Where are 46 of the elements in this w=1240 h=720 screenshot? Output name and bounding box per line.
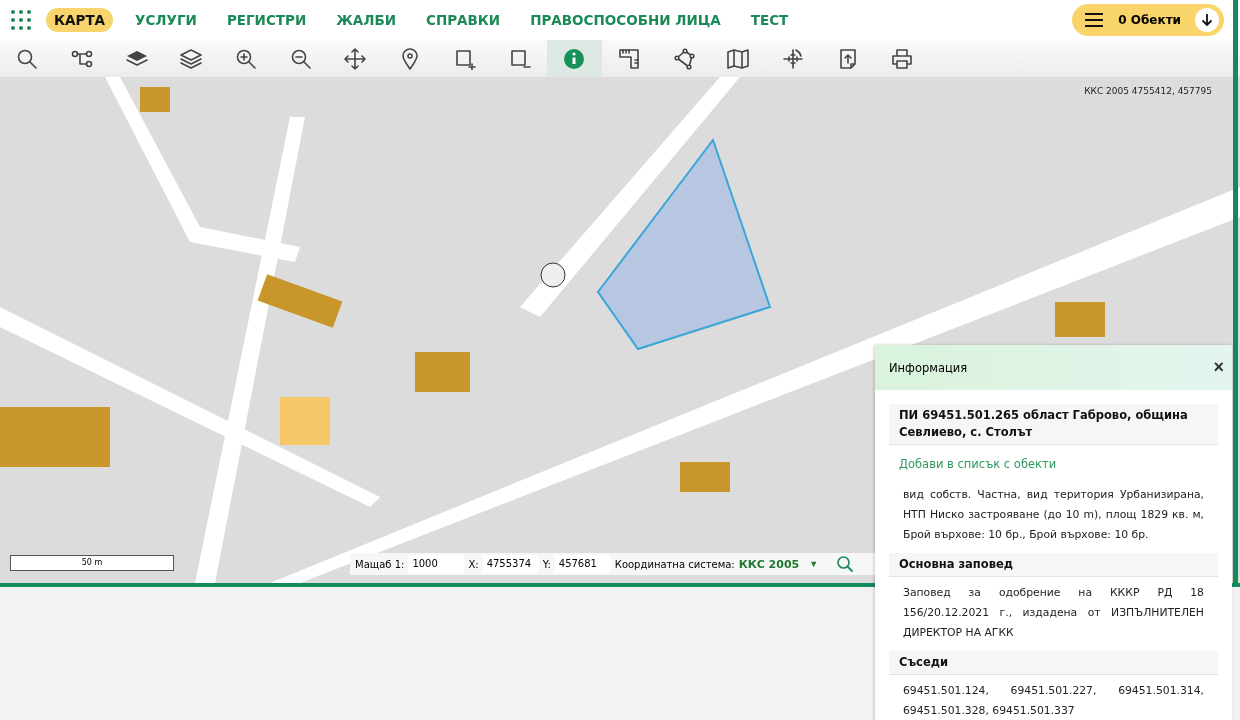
panel-title: Информация [889,360,968,375]
nav-tab[interactable]: ЖАЛБИ [328,8,404,32]
printer-icon [891,47,914,70]
ruler-icon [617,47,640,70]
crs-value: ККС 2005 [738,557,800,571]
scale-field[interactable]: 1000 [408,555,465,573]
info-icon [563,47,586,70]
scale-bar: 50 m [10,555,174,571]
dropdown-button[interactable]: ▼ [803,559,825,569]
crs-label: Координатна система: [614,558,735,570]
nav-tab[interactable]: КАРТА [46,8,114,32]
x-label: X: [468,558,479,570]
layers-icon [180,47,203,70]
nav-tab[interactable]: РЕГИСТРИ [218,8,315,32]
square-plus-icon [453,47,476,70]
arrow-down-icon [1201,13,1213,27]
search-icon [16,47,39,70]
nav-tab[interactable]: ПРАВОСПОСОБНИ ЛИЦА [522,8,729,32]
nav-tab[interactable]: ТЕСТ [742,8,797,32]
close-button[interactable]: × [1209,357,1228,378]
section-heading: Основна заповед [889,553,1218,577]
polygon-icon [672,47,695,70]
section-text: 69451.501.124, 69451.501.227, 69451.501.314, 69451.501.328, 69451.501.337 [902,683,1205,719]
scale-label: Мащаб 1: [355,558,405,570]
scrollbar[interactable] [1233,0,1238,583]
section-heading: Съседи [889,651,1218,675]
move-icon [344,47,367,70]
objects-button[interactable]: 0 Обекти [1072,4,1224,36]
zoom-in-icon [235,47,258,70]
x-field[interactable]: 4755374 [482,555,539,573]
parcel-heading: ПИ 69451.501.265 област Габрово, община Севлиево, с. Столът [889,404,1218,445]
zoom-out-icon [289,47,312,70]
nav-tab[interactable]: УСЛУГИ [127,8,205,32]
y-field[interactable]: 457681 [554,555,611,573]
search-icon[interactable] [836,555,855,573]
nav-tab[interactable]: СПРАВКИ [418,8,509,32]
menu-icon [1084,12,1105,28]
parcel-description: вид собств. Частна, вид територия Урбанизирана, НТП Ниско застрояване (до 10 m), площ 1829 кв. м, Брой върхове: 10 бр., Брой върхове: 10 бр. [902,487,1205,543]
y-label: Y: [542,558,551,570]
section-text: Заповед за одобрение на КККР РД 18 156/20.12.2021 г., издадена от ИЗПЪЛНИТЕЛЕН ДИРЕКТОР НА АГКК [902,585,1205,641]
apps-grid-icon[interactable] [10,9,32,31]
map-icon [727,47,750,70]
crosshair-icon [781,47,804,70]
add-to-list-link[interactable]: Добави в списък с обекти [889,445,1218,479]
square-minus-icon [508,47,531,70]
coordinates-label: ККС 2005 4755412, 457795 [1084,86,1212,96]
